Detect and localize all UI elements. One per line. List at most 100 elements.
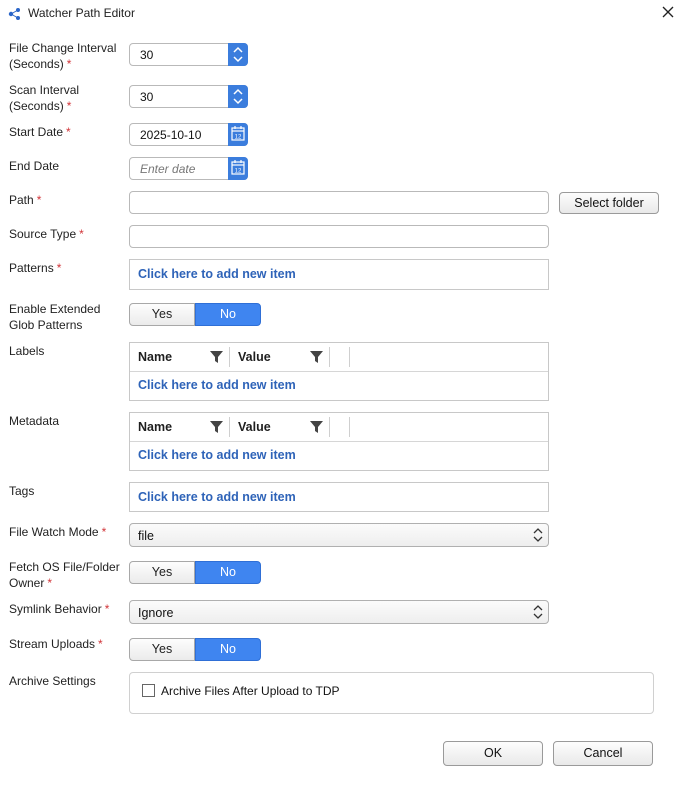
label-line: Enable Extended bbox=[9, 302, 101, 316]
select-value: Ignore bbox=[138, 606, 174, 620]
toggle-no-button[interactable]: No bbox=[195, 638, 261, 661]
label-line: Glob Patterns bbox=[9, 318, 83, 332]
extended-glob-toggle: Yes No bbox=[129, 303, 261, 326]
start-date-label: Start Date * bbox=[9, 124, 71, 140]
scan-interval-input[interactable]: 30 bbox=[129, 85, 248, 108]
column-divider bbox=[229, 347, 230, 367]
calendar-button[interactable]: 12 bbox=[228, 123, 248, 146]
column-header-name: Name bbox=[138, 420, 173, 434]
calendar-icon: 12 bbox=[231, 160, 245, 175]
calendar-icon: 12 bbox=[231, 126, 245, 141]
start-date-input[interactable]: 2025-10-10 12 bbox=[129, 123, 248, 146]
filter-icon[interactable] bbox=[210, 421, 223, 433]
chevron-up-down-icon bbox=[533, 605, 543, 619]
required-marker: * bbox=[104, 602, 110, 616]
column-header-value: Value bbox=[238, 420, 271, 434]
label-text: Path bbox=[9, 193, 34, 207]
path-input[interactable] bbox=[129, 191, 549, 214]
label-line: Scan Interval bbox=[9, 83, 80, 97]
required-marker: * bbox=[47, 576, 53, 590]
label-line: File Change Interval bbox=[9, 41, 117, 55]
label-line: Fetch OS File/Folder bbox=[9, 560, 120, 574]
metadata-label: Metadata bbox=[9, 413, 59, 429]
column-divider bbox=[329, 347, 330, 367]
label-line: (Seconds) bbox=[9, 99, 64, 113]
symlink-behavior-label: Symlink Behavior * bbox=[9, 601, 109, 617]
column-divider bbox=[229, 417, 230, 437]
grid-header: Name Value bbox=[130, 343, 548, 372]
file-watch-mode-select[interactable]: file bbox=[129, 523, 549, 547]
column-divider bbox=[349, 417, 350, 437]
label-text: Metadata bbox=[9, 414, 60, 428]
label-text: Start Date bbox=[9, 125, 64, 139]
path-label: Path * bbox=[9, 192, 41, 208]
calendar-button[interactable]: 12 bbox=[228, 157, 248, 180]
label-text: Symlink Behavior bbox=[9, 602, 102, 616]
fetch-owner-toggle: Yes No bbox=[129, 561, 261, 584]
chevron-up-down-icon bbox=[533, 528, 543, 542]
required-marker: * bbox=[66, 57, 72, 71]
select-folder-button[interactable]: Select folder bbox=[559, 192, 659, 214]
source-type-input[interactable] bbox=[129, 225, 549, 248]
column-header-value: Value bbox=[238, 350, 271, 364]
stream-uploads-toggle: Yes No bbox=[129, 638, 261, 661]
required-marker: * bbox=[79, 227, 84, 241]
spinner-value: 30 bbox=[140, 90, 154, 104]
label-text: Source Type bbox=[9, 227, 77, 241]
filter-icon[interactable] bbox=[210, 351, 223, 363]
select-value: file bbox=[138, 529, 154, 543]
spinner-value: 30 bbox=[140, 48, 154, 62]
label-text: Labels bbox=[9, 344, 45, 358]
toggle-yes-button[interactable]: Yes bbox=[129, 638, 195, 661]
metadata-add-item-link[interactable]: Click here to add new item bbox=[138, 448, 296, 462]
required-marker: * bbox=[98, 637, 103, 651]
label-text: Tags bbox=[9, 484, 35, 498]
file-watch-mode-label: File Watch Mode * bbox=[9, 524, 106, 540]
required-marker: * bbox=[101, 525, 107, 539]
labels-add-item-link[interactable]: Click here to add new item bbox=[138, 378, 296, 392]
spinner-buttons[interactable] bbox=[228, 85, 248, 108]
toggle-yes-button[interactable]: Yes bbox=[129, 303, 195, 326]
label-line: Owner bbox=[9, 576, 45, 590]
ok-button[interactable]: OK bbox=[443, 741, 543, 766]
tags-list: Click here to add new item bbox=[129, 482, 549, 512]
label-line: (Seconds) bbox=[9, 57, 64, 71]
file-change-interval-input[interactable]: 30 bbox=[129, 43, 248, 66]
archive-files-checkbox-label[interactable]: Archive Files After Upload to TDP bbox=[161, 684, 340, 698]
toggle-yes-button[interactable]: Yes bbox=[129, 561, 195, 584]
patterns-list: Click here to add new item bbox=[129, 259, 549, 290]
extended-glob-label: Enable Extended Glob Patterns bbox=[9, 301, 100, 333]
archive-settings-label: Archive Settings bbox=[9, 673, 96, 689]
app-network-icon bbox=[8, 8, 20, 20]
cancel-button[interactable]: Cancel bbox=[553, 741, 653, 766]
filter-icon[interactable] bbox=[310, 421, 323, 433]
label-text: Stream Uploads bbox=[9, 637, 96, 651]
svg-text:12: 12 bbox=[235, 135, 242, 141]
label-text: Archive Settings bbox=[9, 674, 96, 688]
tags-add-item-link[interactable]: Click here to add new item bbox=[138, 490, 296, 504]
patterns-label: Patterns * bbox=[9, 260, 61, 276]
toggle-no-button[interactable]: No bbox=[195, 303, 261, 326]
file-change-interval-label: File Change Interval (Seconds) * bbox=[9, 40, 116, 72]
end-date-label: End Date bbox=[9, 158, 59, 174]
filter-icon[interactable] bbox=[310, 351, 323, 363]
patterns-add-item-link[interactable]: Click here to add new item bbox=[138, 267, 296, 281]
column-divider bbox=[329, 417, 330, 437]
close-icon[interactable] bbox=[660, 4, 676, 20]
scan-interval-label: Scan Interval (Seconds) * bbox=[9, 82, 79, 114]
chevron-up-down-icon bbox=[233, 46, 243, 63]
stream-uploads-label: Stream Uploads * bbox=[9, 636, 103, 652]
metadata-grid: Name Value Click here to add new item bbox=[129, 412, 549, 471]
symlink-behavior-select[interactable]: Ignore bbox=[129, 600, 549, 624]
labels-grid: Name Value Click here to add new item bbox=[129, 342, 549, 401]
date-value: 2025-10-10 bbox=[140, 128, 202, 142]
tags-label: Tags bbox=[9, 483, 34, 499]
archive-files-checkbox[interactable] bbox=[142, 684, 155, 697]
toggle-no-button[interactable]: No bbox=[195, 561, 261, 584]
end-date-input[interactable]: Enter date 12 bbox=[129, 157, 248, 180]
column-header-name: Name bbox=[138, 350, 173, 364]
spinner-buttons[interactable] bbox=[228, 43, 248, 66]
label-text: Patterns bbox=[9, 261, 54, 275]
required-marker: * bbox=[56, 261, 62, 275]
fetch-owner-label: Fetch OS File/Folder Owner * bbox=[9, 559, 120, 591]
